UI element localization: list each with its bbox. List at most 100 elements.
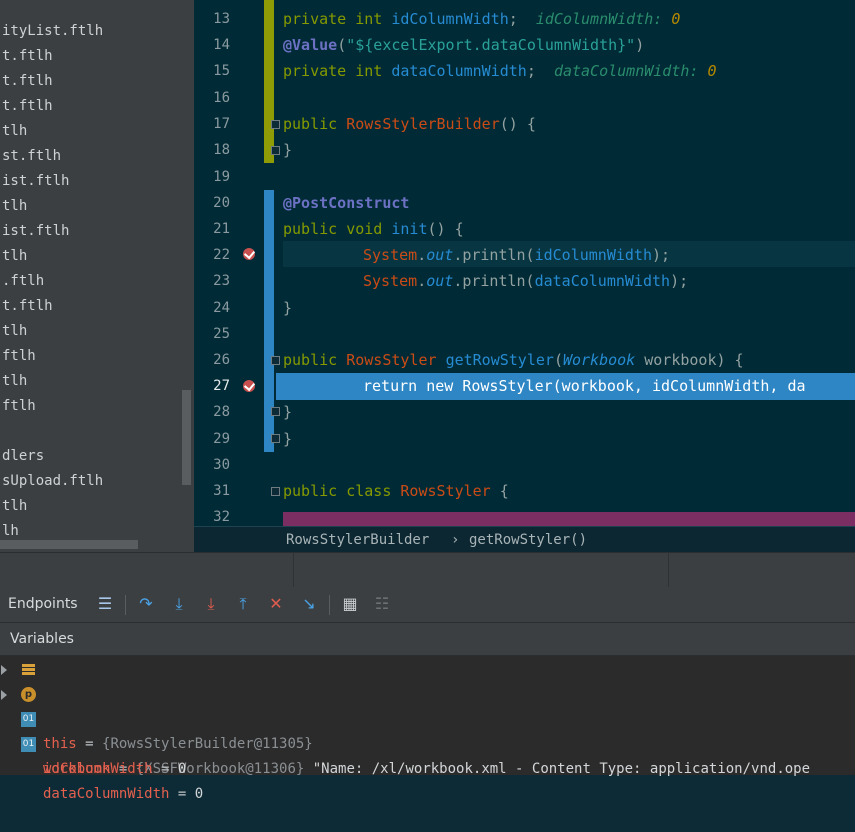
- trace-icon[interactable]: ☷: [372, 594, 392, 614]
- line-number: 25: [213, 326, 230, 342]
- horizontal-scrollbar[interactable]: [0, 540, 138, 549]
- file-item[interactable]: ist.ftlh: [0, 219, 69, 244]
- variables-title: Variables: [10, 631, 74, 647]
- step-into-icon[interactable]: ⤓: [169, 594, 189, 614]
- fold-icon[interactable]: [271, 407, 280, 416]
- breakpoint-icon[interactable]: [243, 248, 255, 260]
- line-number: 27: [213, 378, 230, 394]
- evaluate-icon[interactable]: ▦: [340, 594, 360, 614]
- toolbar-divider: [125, 595, 126, 615]
- tab-divider: [293, 553, 294, 587]
- line-number: 29: [213, 431, 230, 447]
- breadcrumb-separator: ›: [451, 532, 460, 548]
- endpoints-tab[interactable]: Endpoints: [8, 596, 78, 612]
- breadcrumb-class[interactable]: RowsStylerBuilder: [286, 527, 429, 553]
- line-number: 26: [213, 352, 230, 368]
- code-line: }: [283, 403, 293, 421]
- file-item[interactable]: tlh: [0, 319, 27, 344]
- run-to-cursor-icon[interactable]: ↘: [299, 594, 319, 614]
- force-step-into-icon[interactable]: ⤓: [201, 594, 221, 614]
- file-item[interactable]: tlh: [0, 194, 27, 219]
- step-out-icon[interactable]: ⤒: [233, 594, 253, 614]
- variable-value: 0: [194, 786, 204, 802]
- line-number: 20: [213, 195, 230, 211]
- code-line: public RowsStyler getRowStyler(Workbook …: [283, 351, 744, 369]
- param-icon: p: [21, 687, 36, 702]
- code-line: private int idColumnWidth; idColumnWidth…: [283, 10, 681, 28]
- execution-point-line: return new RowsStyler(workbook, idColumn…: [276, 373, 855, 400]
- drop-frame-icon[interactable]: ✕: [266, 594, 286, 614]
- file-item[interactable]: st.ftlh: [0, 144, 61, 169]
- code-line: }: [283, 299, 293, 317]
- line-number: 24: [213, 300, 230, 316]
- line-number: 30: [213, 457, 230, 473]
- code-editor[interactable]: 13 14 15 16 17 18 19 20 21 22 23 24 25 2…: [194, 0, 855, 552]
- code-line: System.out.println(idColumnWidth);: [363, 246, 671, 264]
- variable-row[interactable]: this = {RowsStylerBuilder@11305}: [0, 657, 855, 752]
- file-item[interactable]: tlh: [0, 494, 27, 519]
- variable-row[interactable]: p workbook = {XSSFWorkbook@11306} "Name:…: [0, 682, 855, 777]
- line-number: 28: [213, 404, 230, 420]
- file-item[interactable]: t.ftlh: [0, 294, 53, 319]
- line-number: 13: [213, 11, 230, 27]
- code-line: public RowsStylerBuilder() {: [283, 115, 536, 133]
- vcs-change-marker: [264, 0, 274, 163]
- breadcrumb: RowsStylerBuilder › getRowStyler(): [194, 526, 855, 553]
- variable-row[interactable]: 01 dataColumnWidth = 0: [0, 732, 855, 802]
- variables-header: Variables: [0, 623, 855, 656]
- debugger-tab-row: [0, 552, 855, 588]
- vertical-scrollbar[interactable]: [182, 390, 191, 485]
- code-line: @PostConstruct: [283, 194, 410, 212]
- breakpoint-icon[interactable]: [243, 380, 255, 392]
- int-icon: 01: [21, 712, 36, 727]
- folder-item[interactable]: dlers: [0, 444, 44, 469]
- code-line: }: [283, 430, 293, 448]
- int-icon: 01: [21, 737, 36, 752]
- line-number: 21: [213, 221, 230, 237]
- variable-name: dataColumnWidth: [43, 786, 170, 802]
- project-tree-panel: ityList.ftlh t.ftlh t.ftlh t.ftlh tlh st…: [0, 0, 194, 552]
- line-number: 23: [213, 273, 230, 289]
- file-item[interactable]: t.ftlh: [0, 44, 53, 69]
- debugger-toolbar: Endpoints ☰ ↷ ⤓ ⤓ ⤒ ✕ ↘ ▦ ☷: [0, 587, 855, 623]
- file-item[interactable]: ftlh: [0, 344, 36, 369]
- code-line: }: [283, 141, 293, 159]
- menu-icon[interactable]: ☰: [95, 594, 115, 614]
- toolbar-divider: [329, 595, 330, 615]
- step-over-icon[interactable]: ↷: [136, 594, 156, 614]
- file-item[interactable]: tlh: [0, 244, 27, 269]
- line-number: 22: [213, 247, 230, 263]
- expand-arrow-icon[interactable]: [1, 690, 7, 700]
- fold-icon[interactable]: [271, 146, 280, 155]
- file-item[interactable]: ftlh: [0, 394, 36, 419]
- fold-icon[interactable]: [271, 356, 280, 365]
- file-item[interactable]: tlh: [0, 119, 27, 144]
- line-number: 19: [213, 169, 230, 185]
- line-number: 16: [213, 90, 230, 106]
- variable-row[interactable]: 01 idColumnWidth = 0: [0, 707, 855, 777]
- code-line: public void init() {: [283, 220, 464, 238]
- file-item[interactable]: t.ftlh: [0, 94, 53, 119]
- line-number: 15: [213, 63, 230, 79]
- code-line: public class RowsStyler {: [283, 482, 509, 500]
- fold-icon[interactable]: [271, 120, 280, 129]
- line-number: 17: [213, 116, 230, 132]
- field-icon: [21, 662, 36, 677]
- variables-panel: this = {RowsStylerBuilder@11305} p workb…: [0, 656, 855, 802]
- code-line: System.out.println(dataColumnWidth);: [363, 272, 689, 290]
- code-line: private int dataColumnWidth; dataColumnW…: [283, 62, 717, 80]
- file-item[interactable]: ityList.ftlh: [0, 19, 103, 44]
- line-number: 14: [213, 37, 230, 53]
- code-line: return new RowsStyler(workbook, idColumn…: [363, 377, 806, 395]
- breadcrumb-method[interactable]: getRowStyler(): [469, 527, 587, 553]
- file-item[interactable]: .ftlh: [0, 269, 44, 294]
- fold-icon[interactable]: [271, 434, 280, 443]
- expand-arrow-icon[interactable]: [1, 665, 7, 675]
- file-item[interactable]: t.ftlh: [0, 69, 53, 94]
- line-number: 31: [213, 483, 230, 499]
- fold-icon[interactable]: [271, 487, 280, 496]
- file-item[interactable]: ist.ftlh: [0, 169, 69, 194]
- file-item[interactable]: sUpload.ftlh: [0, 469, 103, 494]
- file-item[interactable]: tlh: [0, 369, 27, 394]
- code-line: @Value("${excelExport.dataColumnWidth}"): [283, 36, 645, 54]
